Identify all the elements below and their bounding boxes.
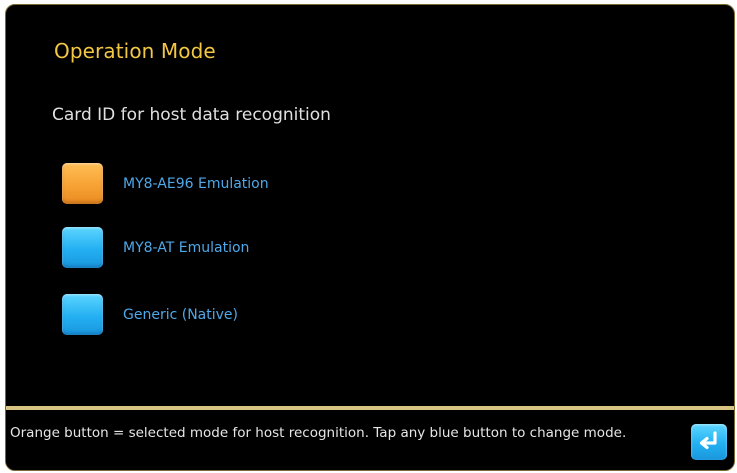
mode-label-generic-native: Generic (Native): [123, 306, 238, 323]
mode-button-my8-at[interactable]: [62, 227, 103, 268]
mode-button-my8-ae96[interactable]: [62, 163, 103, 204]
help-bar: Orange button = selected mode for host r…: [6, 410, 734, 470]
operation-mode-panel: Operation Mode Card ID for host data rec…: [5, 4, 735, 471]
mode-label-my8-ae96: MY8-AE96 Emulation: [123, 175, 269, 192]
mode-option-generic-native[interactable]: Generic (Native): [62, 294, 238, 335]
section-subtitle: Card ID for host data recognition: [52, 105, 331, 125]
help-text: Orange button = selected mode for host r…: [10, 425, 627, 441]
enter-return-icon: [699, 431, 717, 450]
mode-label-my8-at: MY8-AT Emulation: [123, 239, 250, 256]
enter-button[interactable]: [691, 424, 727, 460]
page-title: Operation Mode: [54, 39, 216, 63]
mode-button-generic-native[interactable]: [62, 294, 103, 335]
mode-option-my8-at[interactable]: MY8-AT Emulation: [62, 227, 249, 268]
mode-option-my8-ae96[interactable]: MY8-AE96 Emulation: [62, 163, 269, 204]
